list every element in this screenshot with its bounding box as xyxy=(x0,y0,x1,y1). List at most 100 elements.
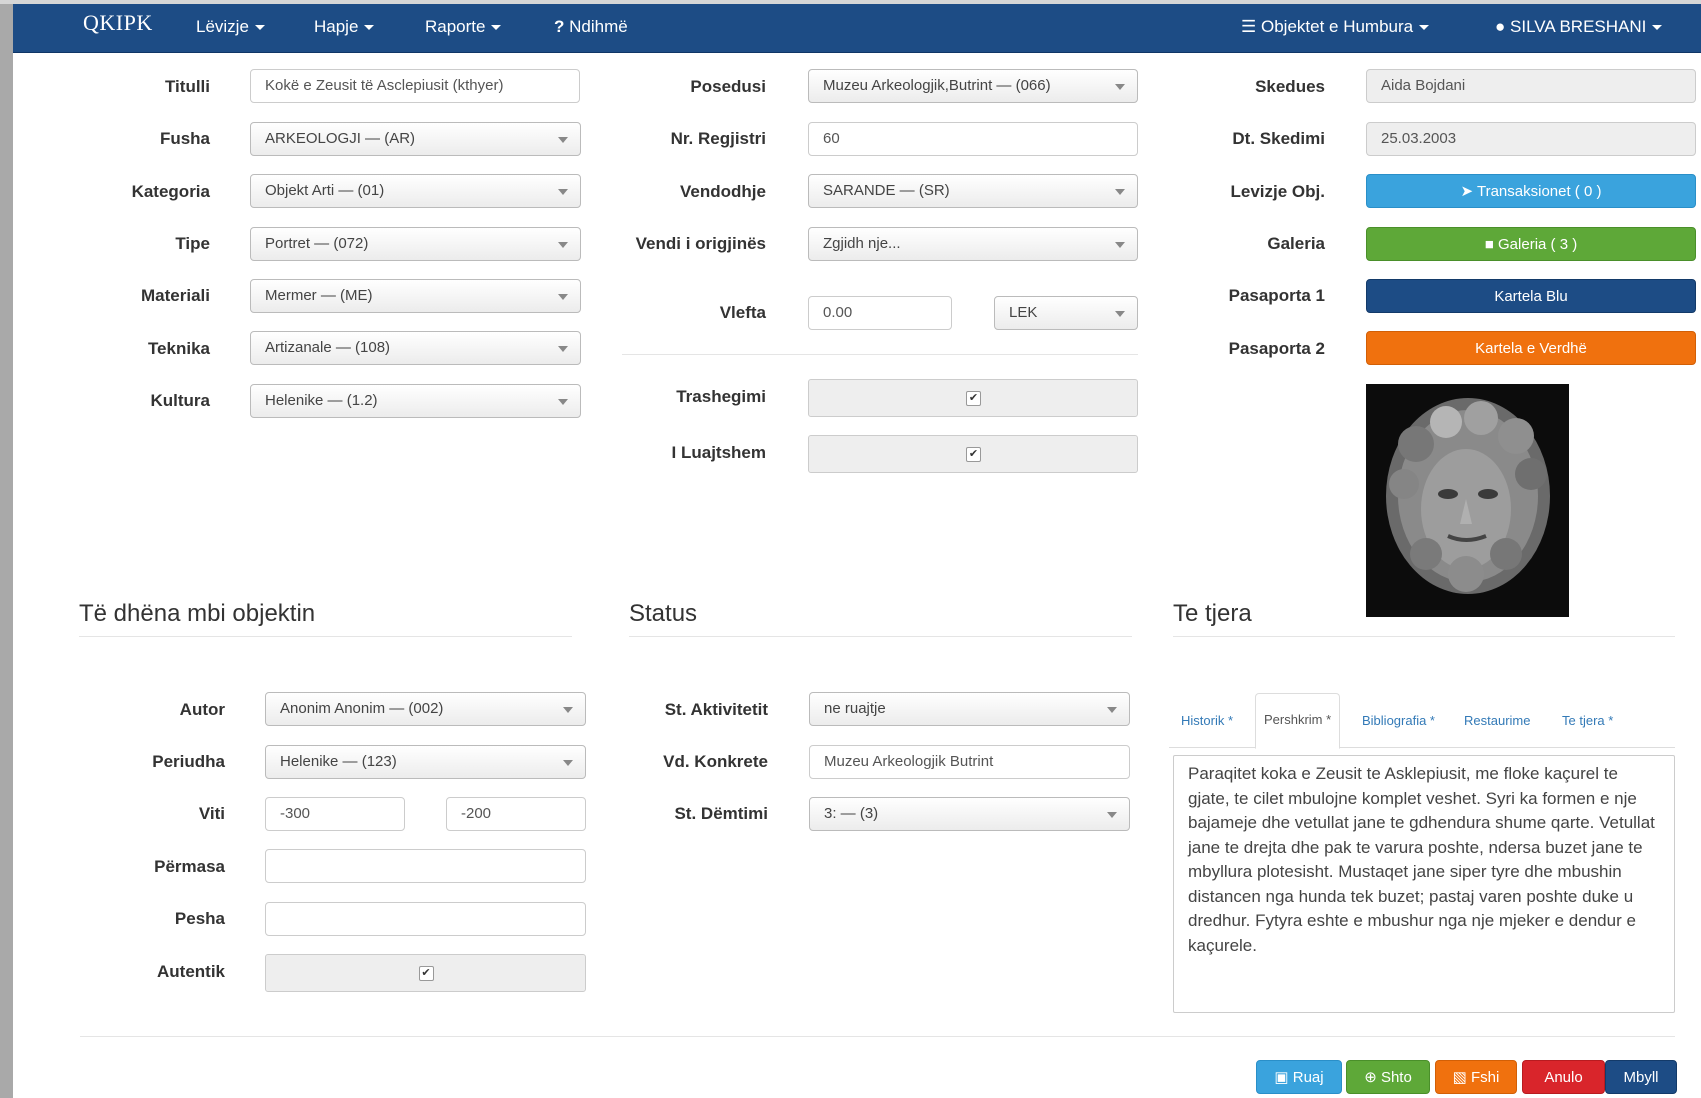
chevron-down-icon xyxy=(558,346,568,352)
shto-button[interactable]: ⊕ Shto xyxy=(1346,1060,1430,1094)
posedusi-value: Muzeu Arkeologjik,Butrint — (066) xyxy=(823,77,1051,94)
materiali-select[interactable]: Mermer — (ME) xyxy=(250,279,581,313)
kultura-select[interactable]: Helenike — (1.2) xyxy=(250,384,581,418)
tab-pershkrim[interactable]: Pershkrim * xyxy=(1255,693,1341,749)
object-photo[interactable] xyxy=(1366,384,1569,617)
label-viti: Viti xyxy=(198,804,225,823)
pesha-input[interactable] xyxy=(265,902,586,936)
section-divider xyxy=(629,636,1132,637)
kartela-blu-button[interactable]: Kartela Blu xyxy=(1366,279,1696,313)
help-icon: ? xyxy=(554,17,565,36)
ruaj-label: Ruaj xyxy=(1292,1069,1324,1086)
label-periudha: Periudha xyxy=(152,752,225,771)
fusha-select[interactable]: ARKEOLOGJI — (AR) xyxy=(250,122,581,156)
teknika-select[interactable]: Artizanale — (108) xyxy=(250,331,581,365)
transaksionet-button[interactable]: ➤ Transaksionet ( 0 ) xyxy=(1366,174,1696,208)
chevron-down-icon xyxy=(558,189,568,195)
label-autor: Autor xyxy=(179,700,225,719)
tab-restaurime[interactable]: Restaurime xyxy=(1464,713,1530,728)
fusha-value: ARKEOLOGJI — (AR) xyxy=(265,130,416,147)
anulo-button[interactable]: Anulo xyxy=(1522,1060,1605,1094)
chevron-down-icon xyxy=(1115,311,1125,317)
label-teknika: Teknika xyxy=(147,339,210,358)
st-demtimi-select[interactable]: 3: — (3) xyxy=(809,797,1130,831)
vendodhje-select[interactable]: SARANDE — (SR) xyxy=(808,174,1138,208)
vlefta-input[interactable]: 0.00 xyxy=(808,296,952,330)
viti-from-input[interactable]: -300 xyxy=(265,797,405,831)
checkbox-icon[interactable]: ✔ xyxy=(966,391,981,406)
checkbox-icon[interactable]: ✔ xyxy=(966,447,981,462)
label-st-aktivitetit: St. Aktivitetit xyxy=(664,700,768,719)
currency-select[interactable]: LEK xyxy=(994,296,1138,330)
mbyll-button[interactable]: Mbyll xyxy=(1605,1060,1677,1094)
video-camera-icon: ■ xyxy=(1484,236,1494,253)
fshi-label: Fshi xyxy=(1471,1069,1500,1086)
section-divider xyxy=(1173,636,1675,637)
ruaj-button[interactable]: ▣ Ruaj xyxy=(1256,1060,1342,1094)
chevron-down-icon xyxy=(1115,242,1125,248)
nav-objektet-humbura[interactable]: ☰ Objektet e Humbura xyxy=(1241,17,1430,37)
section-title-status: Status xyxy=(629,600,698,627)
teknika-value: Artizanale — (108) xyxy=(265,339,391,356)
vd-konkrete-input[interactable]: Muzeu Arkeologjik Butrint xyxy=(809,745,1130,779)
label-trashegimi: Trashegimi xyxy=(676,387,766,406)
nav-ndihme[interactable]: ? Ndihmë xyxy=(554,17,628,37)
label-vd-konkrete: Vd. Konkrete xyxy=(663,752,768,771)
label-kategoria: Kategoria xyxy=(131,182,210,201)
vendodhje-value: SARANDE — (SR) xyxy=(823,182,950,199)
chevron-down-icon xyxy=(558,242,568,248)
vendi-origjines-select[interactable]: Zgjidh nje... xyxy=(808,227,1138,261)
nr-regjistri-input[interactable]: 60 xyxy=(808,122,1138,156)
chevron-down-icon xyxy=(563,707,573,713)
label-posedusi: Posedusi xyxy=(690,77,766,96)
posedusi-select[interactable]: Muzeu Arkeologjik,Butrint — (066) xyxy=(808,69,1138,103)
chevron-down-icon xyxy=(1115,189,1125,195)
fshi-button[interactable]: ▧ Fshi xyxy=(1435,1060,1517,1094)
navbar: QKIPK Lëvizje Hapje Raporte ? Ndihmë ☰ O… xyxy=(13,4,1701,53)
chevron-down-icon xyxy=(558,399,568,405)
zeus-head-image xyxy=(1366,384,1569,617)
label-pasaporta-1: Pasaporta 1 xyxy=(1228,286,1325,305)
autor-select[interactable]: Anonim Anonim — (002) xyxy=(265,692,586,726)
label-tipe: Tipe xyxy=(175,234,210,253)
kategoria-value: Objekt Arti — (01) xyxy=(265,182,385,199)
viti-to-input[interactable]: -200 xyxy=(446,797,586,831)
label-autentik: Autentik xyxy=(157,962,225,981)
nav-levizje[interactable]: Lëvizje xyxy=(196,17,265,37)
label-vendi-origjines: Vendi i origjinës xyxy=(635,234,766,253)
tipe-select[interactable]: Portret — (072) xyxy=(250,227,581,261)
section-title-tjera: Te tjera xyxy=(1173,600,1252,627)
st-demtimi-value: 3: — (3) xyxy=(824,805,879,822)
periudha-value: Helenike — (123) xyxy=(280,753,397,770)
titulli-input[interactable]: Kokë e Zeusit të Asclepiusit (kthyer) xyxy=(250,69,580,103)
dt-skedimi-input[interactable]: 25.03.2003 xyxy=(1366,122,1696,156)
kategoria-select[interactable]: Objekt Arti — (01) xyxy=(250,174,581,208)
vendi-origjines-value: Zgjidh nje... xyxy=(823,235,901,252)
label-levizje-obj: Levizje Obj. xyxy=(1230,182,1325,201)
checkbox-icon[interactable]: ✔ xyxy=(418,966,434,981)
nav-user-menu[interactable]: ● SILVA BRESHANI xyxy=(1495,17,1663,37)
periudha-select[interactable]: Helenike — (123) xyxy=(265,745,586,779)
tab-bibliografia[interactable]: Bibliografia * xyxy=(1362,713,1435,728)
permasa-input[interactable] xyxy=(265,849,586,883)
section-divider xyxy=(79,636,572,637)
divider xyxy=(622,354,1138,355)
label-skedues: Skedues xyxy=(1255,77,1325,96)
brand-logo[interactable]: QKIPK xyxy=(83,10,153,36)
st-aktivitetit-select[interactable]: ne ruajtje xyxy=(809,692,1130,726)
nav-raporte[interactable]: Raporte xyxy=(425,17,502,37)
nav-hapje[interactable]: Hapje xyxy=(314,17,375,37)
nav-ndihme-label: Ndihmë xyxy=(569,17,628,36)
chevron-down-icon xyxy=(1107,707,1117,713)
skedues-input[interactable]: Aida Bojdani xyxy=(1366,69,1696,103)
caret-icon xyxy=(364,25,375,31)
shto-label: Shto xyxy=(1380,1069,1412,1086)
tab-historik[interactable]: Historik * xyxy=(1181,713,1233,728)
tab-te-tjera[interactable]: Te tjera * xyxy=(1562,713,1613,728)
save-icon: ▣ xyxy=(1274,1069,1289,1086)
label-st-demtimi: St. Dëmtimi xyxy=(674,804,768,823)
galeria-button[interactable]: ■ Galeria ( 3 ) xyxy=(1366,227,1696,261)
pershkrim-textarea[interactable]: Paraqitet koka e Zeusit te Asklepiusit, … xyxy=(1173,755,1675,1013)
nav-raporte-label: Raporte xyxy=(425,17,486,36)
kartela-verdhe-button[interactable]: Kartela e Verdhë xyxy=(1366,331,1696,365)
